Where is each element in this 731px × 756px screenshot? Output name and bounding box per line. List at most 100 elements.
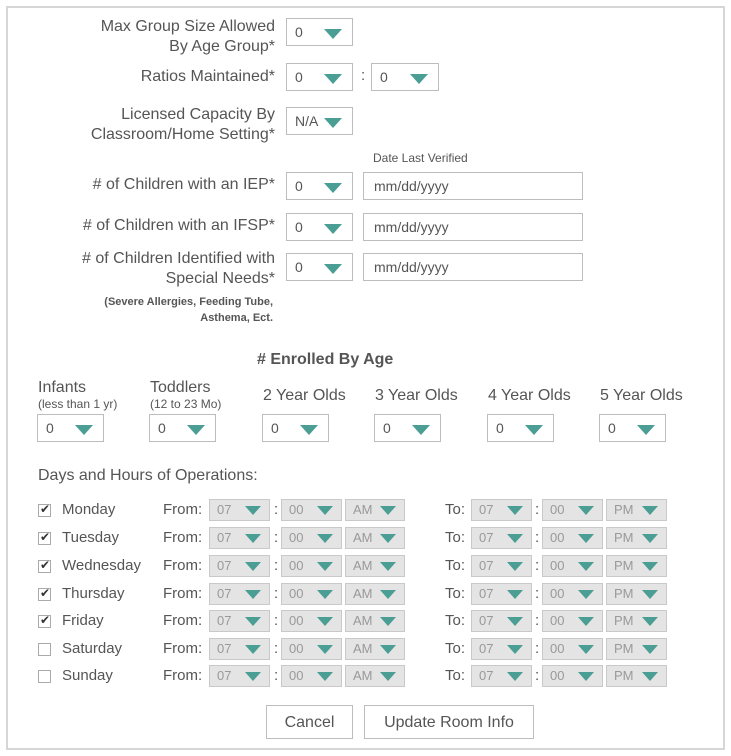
- to-hour-select[interactable]: 07: [471, 638, 532, 660]
- to-hour-select[interactable]: 07: [471, 499, 532, 521]
- from-hour-select[interactable]: 07: [209, 555, 270, 577]
- age-group-3yr-select[interactable]: 0: [374, 414, 441, 442]
- ifsp-date-input[interactable]: mm/dd/yyyy: [363, 213, 583, 241]
- to-minute-select[interactable]: 00: [542, 638, 603, 660]
- chevron-down-icon: [324, 183, 342, 193]
- to-minute-select[interactable]: 00: [542, 610, 603, 632]
- from-ampm-select[interactable]: AM: [345, 555, 405, 577]
- checkmark-icon: ✔: [40, 502, 51, 516]
- to-hour-value: 07: [479, 668, 494, 683]
- day-checkbox[interactable]: ✔: [38, 613, 51, 628]
- licensed-label-line2: Classroom/Home Setting*: [90, 126, 275, 143]
- to-hour-value: 07: [479, 641, 494, 656]
- special-needs-date-input[interactable]: mm/dd/yyyy: [363, 253, 583, 281]
- max-group-label-line1: Max Group Size Allowed: [100, 18, 275, 35]
- to-ampm-select[interactable]: PM: [606, 527, 667, 549]
- chevron-down-icon: [245, 562, 261, 571]
- from-minute-value: 00: [289, 641, 304, 656]
- chevron-down-icon: [578, 617, 594, 626]
- to-minute-select[interactable]: 00: [542, 527, 603, 549]
- from-hour-value: 07: [217, 502, 232, 517]
- licensed-select[interactable]: N/A: [286, 107, 353, 135]
- update-room-info-button[interactable]: Update Room Info: [364, 705, 534, 739]
- day-name: Sunday: [62, 667, 113, 684]
- from-minute-select[interactable]: 00: [281, 583, 342, 605]
- to-hour-select[interactable]: 07: [471, 665, 532, 687]
- day-checkbox[interactable]: ✔: [38, 530, 51, 545]
- to-minute-select[interactable]: 00: [542, 555, 603, 577]
- day-checkbox[interactable]: ✔: [38, 586, 51, 601]
- from-hour-select[interactable]: 07: [209, 527, 270, 549]
- chevron-down-icon: [507, 645, 523, 654]
- chevron-down-icon: [642, 534, 658, 543]
- day-checkbox[interactable]: [38, 643, 51, 656]
- age-group-infants-select[interactable]: 0: [37, 414, 104, 442]
- iep-label: # of Children with an IEP*: [92, 176, 275, 193]
- from-hour-select[interactable]: 07: [209, 610, 270, 632]
- iep-date-input[interactable]: mm/dd/yyyy: [363, 172, 583, 200]
- chevron-down-icon: [324, 264, 342, 274]
- to-hour-select[interactable]: 07: [471, 527, 532, 549]
- max-group-select[interactable]: 0: [286, 18, 353, 46]
- from-minute-select[interactable]: 00: [281, 527, 342, 549]
- to-minute-value: 00: [550, 502, 565, 517]
- from-hour-select[interactable]: 07: [209, 499, 270, 521]
- to-ampm-select[interactable]: PM: [606, 638, 667, 660]
- age-group-value: 0: [496, 420, 504, 436]
- from-hour-select[interactable]: 07: [209, 665, 270, 687]
- age-group-5yr-select[interactable]: 0: [599, 414, 666, 442]
- iep-select[interactable]: 0: [286, 172, 353, 200]
- from-minute-select[interactable]: 00: [281, 665, 342, 687]
- to-ampm-select[interactable]: PM: [606, 583, 667, 605]
- licensed-value: N/A: [295, 113, 319, 129]
- special-needs-label: # of Children Identified with Special Ne…: [40, 249, 275, 289]
- special-needs-note-line2: Asthema, Ect.: [200, 312, 273, 324]
- from-minute-select[interactable]: 00: [281, 610, 342, 632]
- from-minute-select[interactable]: 00: [281, 499, 342, 521]
- to-ampm-select[interactable]: PM: [606, 555, 667, 577]
- chevron-down-icon: [245, 672, 261, 681]
- age-group-4yr-select[interactable]: 0: [487, 414, 554, 442]
- cancel-button[interactable]: Cancel: [266, 705, 353, 739]
- to-minute-select[interactable]: 00: [542, 665, 603, 687]
- chevron-down-icon: [507, 617, 523, 626]
- from-minute-select[interactable]: 00: [281, 555, 342, 577]
- to-minute-select[interactable]: 00: [542, 499, 603, 521]
- to-hour-select[interactable]: 07: [471, 610, 532, 632]
- time-separator: :: [274, 557, 279, 574]
- time-separator: :: [274, 640, 279, 657]
- to-ampm-value: PM: [614, 558, 634, 573]
- age-group-2yr-select[interactable]: 0: [262, 414, 329, 442]
- to-ampm-value: PM: [614, 613, 634, 628]
- chevron-down-icon: [507, 562, 523, 571]
- to-minute-select[interactable]: 00: [542, 583, 603, 605]
- to-ampm-select[interactable]: PM: [606, 610, 667, 632]
- day-checkbox[interactable]: ✔: [38, 558, 51, 573]
- day-checkbox[interactable]: ✔: [38, 502, 51, 517]
- day-checkbox[interactable]: [38, 670, 51, 683]
- age-group-value: 0: [608, 420, 616, 436]
- special-needs-select[interactable]: 0: [286, 253, 353, 281]
- ifsp-select[interactable]: 0: [286, 213, 353, 241]
- ifsp-value: 0: [295, 219, 303, 235]
- from-ampm-select[interactable]: AM: [345, 665, 405, 687]
- age-group-toddlers-select[interactable]: 0: [149, 414, 216, 442]
- from-minute-select[interactable]: 00: [281, 638, 342, 660]
- to-ampm-select[interactable]: PM: [606, 665, 667, 687]
- to-hour-select[interactable]: 07: [471, 555, 532, 577]
- ratios-right-select[interactable]: 0: [371, 63, 439, 91]
- from-hour-select[interactable]: 07: [209, 638, 270, 660]
- from-ampm-select[interactable]: AM: [345, 527, 405, 549]
- from-ampm-select[interactable]: AM: [345, 610, 405, 632]
- ratios-left-select[interactable]: 0: [286, 63, 353, 91]
- to-label: To:: [445, 529, 466, 546]
- from-ampm-select[interactable]: AM: [345, 638, 405, 660]
- to-ampm-select[interactable]: PM: [606, 499, 667, 521]
- chevron-down-icon: [578, 590, 594, 599]
- from-ampm-select[interactable]: AM: [345, 499, 405, 521]
- to-hour-select[interactable]: 07: [471, 583, 532, 605]
- from-ampm-select[interactable]: AM: [345, 583, 405, 605]
- chevron-down-icon: [300, 425, 318, 435]
- age-group-value: 0: [158, 420, 166, 436]
- from-hour-select[interactable]: 07: [209, 583, 270, 605]
